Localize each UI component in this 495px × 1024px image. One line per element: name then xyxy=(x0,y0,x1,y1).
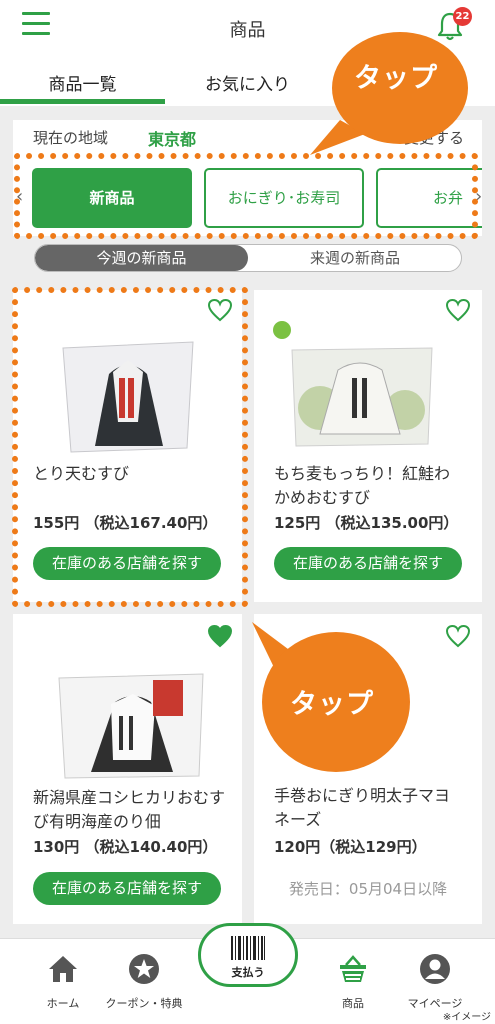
this-week-toggle[interactable]: 今週の新商品 xyxy=(35,245,248,271)
notification-badge: 22 xyxy=(453,7,472,26)
find-store-button[interactable]: 在庫のある店舗を探す xyxy=(274,547,462,580)
image-note: ※イメージ xyxy=(442,1012,491,1023)
find-store-button[interactable]: 在庫のある店舗を探す xyxy=(33,872,221,905)
product-card[interactable]: もち麦もっちり！紅鮭わかめおむすび 125円 （税込135.00円） 在庫のある… xyxy=(254,290,482,602)
product-card-highlight xyxy=(12,287,248,607)
nav-coupons[interactable]: クーポン・特典 xyxy=(100,953,188,1011)
favorite-heart-icon[interactable] xyxy=(445,624,471,648)
basket-icon xyxy=(340,955,366,982)
product-image xyxy=(58,673,204,779)
barcode-icon xyxy=(231,936,265,960)
callout-text-top: タップ xyxy=(354,63,438,94)
nav-mypage[interactable]: マイページ xyxy=(400,953,470,1011)
nav-home[interactable]: ホーム xyxy=(28,953,98,1011)
nav-home-label: ホーム xyxy=(46,997,80,1010)
nav-products[interactable]: 商品 xyxy=(318,953,388,1011)
tab-favorites[interactable]: お気に入り xyxy=(165,70,330,95)
product-name: 新潟県産コシヒカリおむすび有明海産のり佃 xyxy=(33,788,226,831)
star-icon xyxy=(129,954,159,984)
nav-coupons-label: クーポン・特典 xyxy=(105,997,183,1010)
tab-product-list[interactable]: 商品一覧 xyxy=(0,70,165,95)
home-icon xyxy=(49,956,77,982)
callout-text-bottom: タップ xyxy=(290,689,374,720)
product-price: 130円 （税込140.40円） xyxy=(33,838,218,856)
user-icon xyxy=(420,954,450,984)
product-price: 125円 （税込135.00円） xyxy=(274,514,459,532)
region-label: 現在の地域 xyxy=(33,129,109,147)
active-tab-indicator xyxy=(0,99,165,104)
release-date: 発売日：05月04日以降 xyxy=(288,880,448,898)
week-toggle: 今週の新商品 来週の新商品 xyxy=(34,244,462,272)
pay-button-label: 支払う xyxy=(231,966,265,979)
product-image xyxy=(273,321,433,447)
category-highlight xyxy=(14,153,478,239)
callout-bubble-top xyxy=(310,32,468,155)
product-name: 手巻おにぎり明太子マヨネーズ xyxy=(274,786,451,829)
product-card[interactable]: 新潟県産コシヒカリおむすび有明海産のり佃 130円 （税込140.40円） 在庫… xyxy=(13,614,242,924)
pay-button[interactable]: 支払う xyxy=(198,923,298,987)
next-week-toggle[interactable]: 来週の新商品 xyxy=(248,245,461,271)
product-price: 120円（税込129円） xyxy=(274,838,427,856)
favorite-heart-filled-icon[interactable] xyxy=(207,624,233,648)
region-value: 東京都 xyxy=(148,130,197,149)
nav-products-label: 商品 xyxy=(342,997,364,1010)
product-name: もち麦もっちり！紅鮭わかめおむすび xyxy=(274,464,451,507)
